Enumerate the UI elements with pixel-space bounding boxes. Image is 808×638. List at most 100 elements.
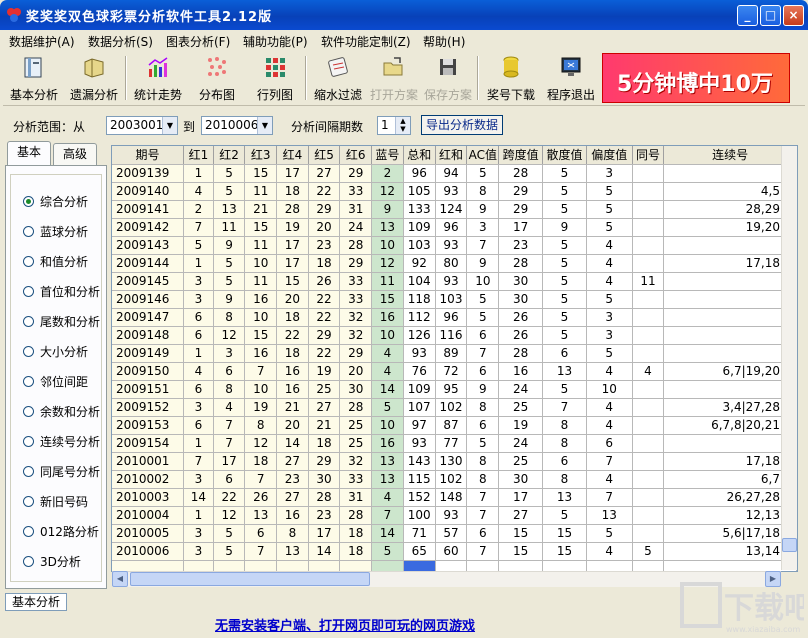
table-row[interactable]: 2010002 3 6 7 23 30 33 13 115 102 8 30 8 4 6,7	[112, 470, 797, 489]
radio-new-old[interactable]: 新旧号码	[23, 493, 88, 510]
shrink-filter-button[interactable]: 缩水过滤	[309, 52, 367, 104]
table-row[interactable]: 2009147 6 8 10 18 22 32 16 112 96 5 26 5 3	[112, 308, 797, 327]
menu-chart-analysis[interactable]: 图表分析(F)	[166, 33, 230, 50]
table-row[interactable]: 2009141 2 13 21 28 29 31 9 133 124 9 29 5 5 28,29	[112, 200, 797, 219]
table-row[interactable]: 2010006 3 5 7 13 14 18 5 65 60 7 15 15 4 5 13,14	[112, 542, 797, 561]
menu-assist[interactable]: 辅助功能(P)	[243, 33, 308, 50]
radio-blue-ball[interactable]: 蓝球分析	[23, 223, 88, 240]
to-issue-select[interactable]: 2010006 ▼	[201, 116, 273, 135]
interval-stepper[interactable]: 1 ▲ ▼	[377, 116, 411, 135]
radio-neighbor-gap[interactable]: 邻位间距	[23, 373, 88, 390]
row-column-chart-button[interactable]: 行列图	[249, 52, 301, 104]
table-row[interactable]: 2009145 3 5 11 15 26 33 11 104 93 10 30 5 4 11	[112, 272, 797, 291]
table-row[interactable]: 2009154 1 7 12 14 18 25 16 93 77 5 24 8 6	[112, 434, 797, 453]
tab-basic[interactable]: 基本	[7, 141, 51, 165]
radio-size[interactable]: 大小分析	[23, 343, 88, 360]
web-game-link[interactable]: 无需安装客户端、打开网页即可玩的网页游戏	[215, 615, 475, 634]
column-header[interactable]: 偏度值	[586, 146, 633, 165]
column-header[interactable]: 红和	[435, 146, 468, 165]
column-header[interactable]: 跨度值	[498, 146, 544, 165]
column-header[interactable]: 散度值	[542, 146, 587, 165]
trend-stats-button[interactable]: 统计走势	[129, 52, 187, 104]
radio-remainder-sum[interactable]: 余数和分析	[23, 403, 100, 420]
radio-consecutive[interactable]: 连续号分析	[23, 433, 100, 450]
open-plan-button[interactable]: 打开方案	[367, 52, 421, 104]
table-cell: 102	[435, 398, 468, 417]
draw-download-button[interactable]: 奖号下载	[481, 52, 541, 104]
table-row[interactable]: 2009142 7 11 15 19 20 24 13 109 96 3 17 9 5 19,20	[112, 218, 797, 237]
menu-customize[interactable]: 软件功能定制(Z)	[321, 33, 411, 50]
column-header[interactable]: 红3	[244, 146, 278, 165]
data-grid[interactable]: 期号 红1 红2 红3 红4 红5 红6 蓝号 总和 红和 AC值 跨度值 散度值 偏度值 同号 连续号 20…	[111, 145, 798, 572]
column-header[interactable]: 同号	[632, 146, 665, 165]
maximize-button[interactable]: □	[760, 5, 781, 26]
table-row[interactable]: 2010005 3 5 6 8 17 18 14 71 57 6 15 15 5 5,6|17,18	[112, 524, 797, 543]
column-header[interactable]: 红1	[183, 146, 214, 165]
radio-sum[interactable]: 和值分析	[23, 253, 88, 270]
table-row[interactable]: 2009148 6 12 15 22 29 32 10 126 116 6 26 5 3	[112, 326, 797, 345]
column-header[interactable]: 蓝号	[371, 146, 404, 165]
table-row[interactable]: 2009144 1 5 10 17 18 29 12 92 80 9 28 5 4 17,18	[112, 254, 797, 273]
table-cell: 100	[403, 506, 436, 525]
table-row[interactable]: 2009150 4 6 7 16 19 20 4 76 72 6 16 13 4 4 6,7|19,20	[112, 362, 797, 381]
table-cell	[632, 416, 665, 435]
radio-same-tail[interactable]: 同尾号分析	[23, 463, 100, 480]
table-cell: 26,27,28	[663, 488, 797, 507]
vertical-scrollbar[interactable]	[781, 146, 797, 570]
save-plan-button[interactable]: 保存方案	[421, 52, 475, 104]
menu-data-maintenance[interactable]: 数据维护(A)	[9, 33, 75, 50]
horizontal-scroll-thumb[interactable]	[130, 572, 370, 586]
ad-banner[interactable]: 5分钟博中10万	[602, 53, 790, 103]
radio-012-route[interactable]: 012路分析	[23, 523, 99, 540]
table-row[interactable]: 2009149 1 3 16 18 22 29 4 93 89 7 28 6 5	[112, 344, 797, 363]
table-cell: 16	[276, 362, 309, 381]
table-row[interactable]: 2009152 3 4 19 21 27 28 5 107 102 8 25 7 4 3,4|27,28	[112, 398, 797, 417]
tab-advanced[interactable]: 高级	[53, 143, 97, 165]
table-cell: 16	[244, 344, 278, 363]
radio-3d[interactable]: 3D分析	[23, 553, 81, 570]
table-cell: 2010006	[112, 542, 185, 561]
table-row[interactable]: 2009139 1 5 15 17 27 29 2 96 94 5 28 5 3	[112, 164, 797, 183]
column-header[interactable]: 总和	[403, 146, 436, 165]
radio-comprehensive[interactable]: 综合分析	[23, 193, 88, 210]
radio-first-sum[interactable]: 首位和分析	[23, 283, 100, 300]
table-row[interactable]: 2009151 6 8 10 16 25 30 14 109 95 9 24 5 10	[112, 380, 797, 399]
close-button[interactable]: ×	[783, 5, 804, 26]
table-cell: 10	[466, 272, 500, 291]
omission-analysis-button[interactable]: 遗漏分析	[65, 52, 123, 104]
column-header[interactable]: 红4	[276, 146, 309, 165]
table-row[interactable]: 2009140 4 5 11 18 22 33 12 105 93 8 29 5 5 4,5	[112, 182, 797, 201]
table-row[interactable]: 2009153 6 7 8 20 21 25 10 97 87 6 19 8 4 6,7,8|20,21	[112, 416, 797, 435]
menu-help[interactable]: 帮助(H)	[423, 33, 465, 50]
column-header[interactable]: AC值	[466, 146, 500, 165]
bottom-tab-basic-analysis[interactable]: 基本分析	[5, 593, 67, 611]
table-row[interactable]: 2010004 1 12 13 16 23 28 7 100 93 7 27 5 13 12,13	[112, 506, 797, 525]
column-header[interactable]: 期号	[112, 146, 185, 165]
scroll-left-button[interactable]: ◀	[112, 571, 128, 587]
table-row[interactable]: 2009146 3 9 16 20 22 33 15 118 103 5 30 5 5	[112, 290, 797, 309]
column-header[interactable]: 红5	[308, 146, 341, 165]
menu-data-analysis[interactable]: 数据分析(S)	[88, 33, 153, 50]
table-cell: 22	[213, 488, 246, 507]
export-data-button[interactable]: 导出分析数据	[421, 115, 503, 135]
table-cell: 19	[244, 398, 278, 417]
table-row[interactable]: 2009143 5 9 11 17 23 28 10 103 93 7 23 5 4	[112, 236, 797, 255]
table-cell: 4	[586, 398, 633, 417]
column-header[interactable]: 红6	[339, 146, 373, 165]
table-row[interactable]: 2010001 7 17 18 27 29 32 13 143 130 8 25 6 7 17,18	[112, 452, 797, 471]
distribution-chart-button[interactable]: 分布图	[191, 52, 243, 104]
spin-icon[interactable]: ▲ ▼	[395, 117, 410, 134]
column-header[interactable]: 连续号	[663, 146, 797, 165]
table-cell	[632, 308, 665, 327]
table-row[interactable]: 2010003 14 22 26 27 28 31 4 152 148 7 17 13 7 26,27,28	[112, 488, 797, 507]
from-issue-select[interactable]: 2003001 ▼	[106, 116, 178, 135]
table-cell: 5	[213, 272, 246, 291]
tab-body: 综合分析 蓝球分析 和值分析 首位和分析 尾数和分析 大小分析 邻位间距 余数和…	[5, 165, 107, 589]
radio-tail-sum[interactable]: 尾数和分析	[23, 313, 100, 330]
vertical-scroll-thumb[interactable]	[782, 538, 797, 552]
table-cell: 31	[339, 488, 373, 507]
basic-analysis-button[interactable]: 基本分析	[5, 52, 63, 104]
column-header[interactable]: 红2	[213, 146, 246, 165]
minimize-button[interactable]: _	[737, 5, 758, 26]
exit-program-button[interactable]: 程序退出	[541, 52, 601, 104]
